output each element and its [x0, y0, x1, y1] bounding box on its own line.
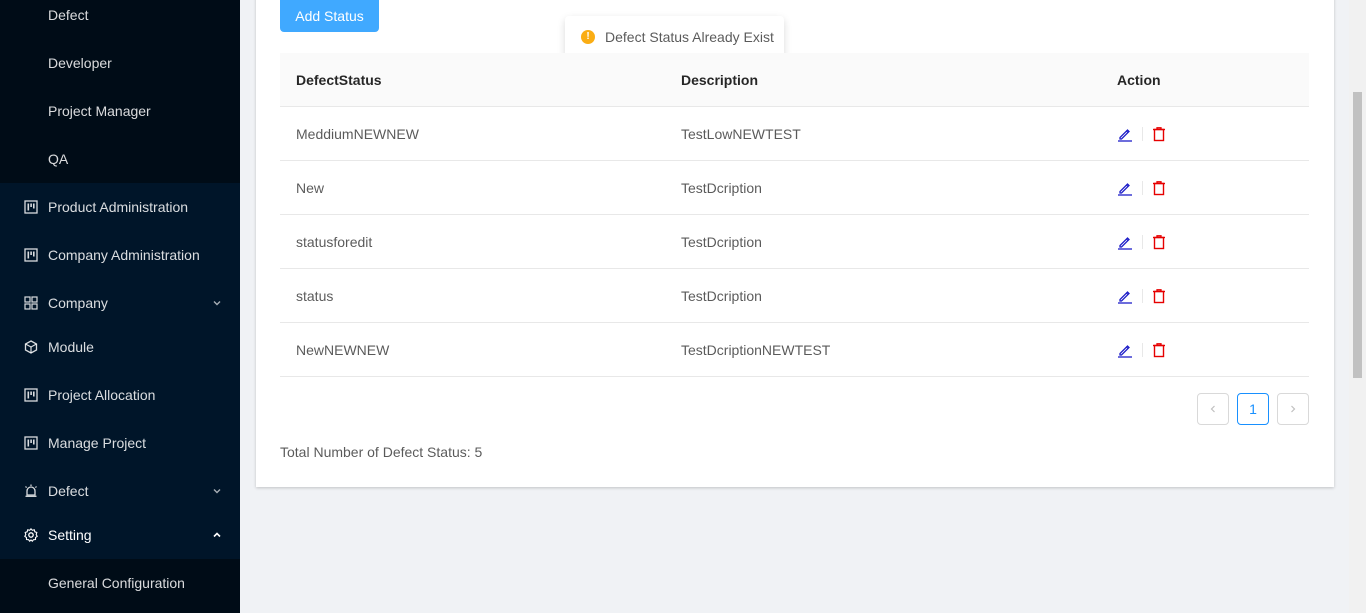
menu-label: Defect — [48, 7, 89, 23]
project-icon — [24, 200, 38, 214]
delete-icon[interactable] — [1151, 288, 1167, 304]
cell-description: TestDcription — [681, 179, 762, 196]
pagination-page-1[interactable]: 1 — [1237, 393, 1269, 425]
menu-label: Project Manager — [48, 103, 151, 119]
chevron-down-icon — [212, 486, 222, 496]
edit-icon[interactable] — [1117, 342, 1133, 358]
delete-icon[interactable] — [1151, 126, 1167, 142]
sidebar-subitem-project-manager[interactable]: Project Manager — [0, 91, 240, 131]
sidebar-item-company-administration[interactable]: Company Administration — [0, 235, 240, 275]
chevron-down-icon — [212, 298, 222, 308]
delete-icon[interactable] — [1151, 234, 1167, 250]
column-header-action: Action — [1117, 72, 1161, 88]
table-row: MeddiumNEWNEW TestLowNEWTEST — [280, 107, 1309, 161]
menu-label: Company — [48, 295, 108, 311]
edit-icon[interactable] — [1117, 180, 1133, 196]
defect-status-table: DefectStatus Description Action MeddiumN… — [280, 53, 1309, 377]
exclamation-circle-icon: ! — [581, 29, 595, 44]
menu-label: Product Administration — [48, 199, 189, 215]
sidebar-item-product-administration[interactable]: Product Administration — [0, 187, 240, 227]
sidebar-subitem-general-configuration[interactable]: General Configuration — [0, 563, 240, 603]
chevron-right-icon — [1291, 405, 1296, 413]
delete-icon[interactable] — [1151, 342, 1167, 358]
toast-message: Defect Status Already Exist — [605, 28, 774, 45]
sidebar-item-project-allocation[interactable]: Project Allocation — [0, 375, 240, 415]
pagination-next-button[interactable] — [1277, 393, 1309, 425]
cell-description: TestDcription — [681, 287, 762, 304]
setting-icon — [24, 528, 38, 542]
row-actions — [1117, 269, 1167, 322]
project-icon — [24, 436, 38, 450]
column-header-defect-status[interactable]: DefectStatus — [296, 53, 382, 107]
edit-icon[interactable] — [1117, 288, 1133, 304]
page-scrollbar[interactable] — [1349, 0, 1366, 613]
menu-label: General Configuration — [48, 575, 185, 591]
project-icon — [24, 388, 38, 402]
sidebar-item-manage-project[interactable]: Manage Project — [0, 423, 240, 463]
cell-description: TestDcriptionNEWTEST — [681, 341, 831, 358]
action-divider — [1142, 126, 1143, 141]
project-icon — [24, 248, 38, 262]
action-divider — [1142, 180, 1143, 195]
edit-icon[interactable] — [1117, 234, 1133, 250]
add-status-button[interactable]: Add Status — [280, 0, 379, 32]
row-actions — [1117, 215, 1167, 268]
menu-label: QA — [48, 151, 69, 167]
sidebar-item-setting[interactable]: Setting — [0, 515, 240, 555]
edit-icon[interactable] — [1117, 126, 1133, 142]
appstore-icon — [24, 296, 38, 310]
menu-label: Module — [48, 339, 94, 355]
menu-label: Project Allocation — [48, 387, 156, 403]
pagination-prev-button[interactable] — [1197, 393, 1229, 425]
cell-status: MeddiumNEWNEW — [296, 125, 419, 142]
sidebar-item-module[interactable]: Module — [0, 327, 240, 367]
table-row: statusforedit TestDcription — [280, 215, 1309, 269]
chevron-up-icon — [212, 530, 222, 540]
action-divider — [1142, 288, 1143, 303]
table-row: New TestDcription — [280, 161, 1309, 215]
table-header: DefectStatus Description Action — [280, 53, 1309, 107]
sidebar-item-company[interactable]: Company — [0, 283, 240, 323]
warning-toast: ! Defect Status Already Exist — [565, 16, 784, 57]
table-row: NewNEWNEW TestDcriptionNEWTEST — [280, 323, 1309, 377]
row-actions — [1117, 323, 1167, 376]
cell-status: NewNEWNEW — [296, 341, 390, 358]
action-divider — [1142, 342, 1143, 357]
column-header-description[interactable]: Description — [681, 53, 758, 107]
code-sandbox-icon — [24, 340, 38, 354]
menu-label: Manage Project — [48, 435, 147, 451]
sidebar-subitem-qa[interactable]: QA — [0, 139, 240, 179]
sidebar-subitem-developer[interactable]: Developer — [0, 43, 240, 83]
cell-description: TestLowNEWTEST — [681, 125, 801, 142]
sidebar-subitem-defect[interactable]: Defect — [0, 0, 240, 35]
delete-icon[interactable] — [1151, 180, 1167, 196]
menu-label: Defect — [48, 483, 89, 499]
alert-icon — [24, 484, 38, 498]
sidebar-item-defect[interactable]: Defect — [0, 471, 240, 511]
table-row: status TestDcription — [280, 269, 1309, 323]
cell-status: New — [296, 179, 325, 196]
sidebar: Defect Developer Project Manager QA Prod… — [0, 0, 240, 613]
menu-label: Setting — [48, 527, 92, 543]
row-actions — [1117, 161, 1167, 214]
row-actions — [1117, 107, 1167, 160]
action-divider — [1142, 234, 1143, 249]
menu-label: Company Administration — [48, 247, 200, 263]
cell-status: status — [296, 287, 334, 304]
scrollbar-thumb[interactable] — [1353, 92, 1362, 378]
menu-label: Developer — [48, 55, 112, 71]
cell-description: TestDcription — [681, 233, 762, 250]
chevron-left-icon — [1210, 405, 1215, 413]
total-count-text: Total Number of Defect Status: 5 — [280, 444, 483, 460]
cell-status: statusforedit — [296, 233, 373, 250]
